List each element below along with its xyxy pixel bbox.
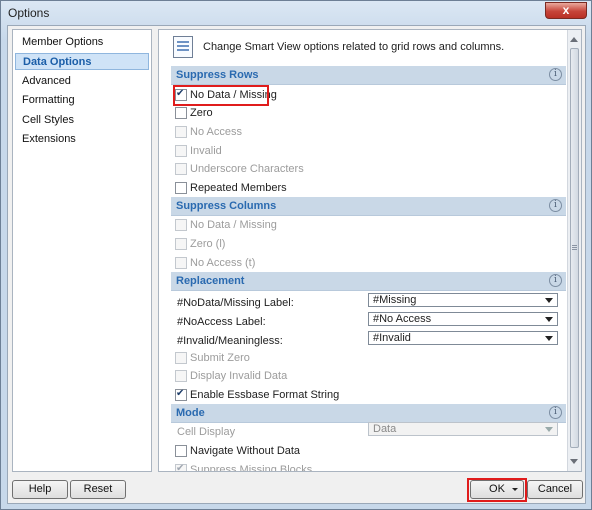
checkbox-label: Navigate Without Data [190,445,301,457]
cell-display-select: Data [368,422,558,436]
checkbox-label: Display Invalid Data [190,370,288,382]
info-icon[interactable]: i [549,199,562,212]
chevron-down-icon [545,298,553,303]
checkbox-box [175,126,187,138]
chevron-down-icon [545,336,553,341]
options-dialog: Options x Member Options Data Options Ad… [0,0,592,510]
help-button[interactable]: Help [12,480,68,499]
highlight-box [173,85,269,106]
scroll-down-icon[interactable] [570,459,578,464]
select-value: #No Access [373,313,432,325]
select-value: #Missing [373,294,417,306]
section-suppress-columns: Suppress Columns i [171,197,566,216]
title-bar[interactable]: Options x [1,1,591,25]
checkbox-box [175,163,187,175]
checkbox-box[interactable] [175,107,187,119]
data-options-panel: Change Smart View options related to gri… [158,29,582,472]
section-title: Suppress Rows [176,69,259,81]
chevron-down-icon [545,427,553,432]
checkbox-box [175,370,187,382]
chevron-down-icon [545,317,553,322]
checkbox-label: Enable Essbase Format String [190,389,340,401]
window-title: Options [8,6,50,20]
cancel-button[interactable]: Cancel [527,480,583,499]
close-button[interactable]: x [545,2,587,19]
section-mode: Mode i [171,404,566,423]
checkbox-box [175,461,187,471]
select-value: #Invalid [373,332,411,344]
caret-down-icon [512,488,518,491]
checkbox-label: Submit Zero [190,352,250,364]
sidebar-item-advanced[interactable]: Advanced [15,73,149,90]
nodata-missing-select[interactable]: #Missing [368,293,558,307]
sidebar-item-extensions[interactable]: Extensions [15,131,149,148]
section-replacement: Replacement i [171,272,566,291]
nodata-label: #NoData/Missing Label: [177,297,294,309]
panel-description: Change Smart View options related to gri… [203,41,505,53]
section-title: Mode [176,407,205,419]
checkbox-label: Zero [190,107,213,119]
info-icon[interactable]: i [549,274,562,287]
checkbox-box [175,145,187,157]
select-value: Data [373,423,397,435]
info-icon[interactable]: i [549,406,562,419]
checkbox-box [175,238,187,250]
dialog-client-area: Member Options Data Options Advanced For… [7,25,586,504]
options-sidebar: Member Options Data Options Advanced For… [12,29,152,472]
noaccess-label: #NoAccess Label: [177,316,266,328]
sidebar-item-member-options[interactable]: Member Options [15,34,149,51]
grid-options-icon [173,36,193,58]
checkbox-label: No Access (t) [190,257,256,269]
checkbox-label: Zero (l) [190,238,226,250]
sidebar-item-formatting[interactable]: Formatting [15,92,149,109]
scroll-thumb[interactable] [570,48,579,448]
checkbox-box[interactable] [175,445,187,457]
noaccess-select[interactable]: #No Access [368,312,558,326]
ok-label: OK [489,483,505,495]
info-icon[interactable]: i [549,68,562,81]
section-title: Suppress Columns [176,200,277,212]
sidebar-item-data-options[interactable]: Data Options [15,53,149,70]
checkbox-label: Invalid [190,145,222,157]
checkbox-box [175,257,187,269]
ok-button[interactable]: OK [470,480,524,499]
section-suppress-rows: Suppress Rows i [171,66,566,85]
vertical-scrollbar[interactable] [567,30,581,471]
checkbox-label: No Data / Missing [190,219,277,231]
checkbox-label: No Access [190,126,242,138]
sidebar-item-cell-styles[interactable]: Cell Styles [15,112,149,129]
checkbox-box [175,352,187,364]
checkbox-label: Suppress Missing Blocks [190,464,313,472]
scroll-up-icon[interactable] [570,37,578,42]
grip-icon [572,245,577,251]
reset-button[interactable]: Reset [70,480,126,499]
checkbox-label: Repeated Members [190,182,287,194]
checkbox-box [175,219,187,231]
checkbox-box[interactable] [175,386,187,402]
checkbox-box[interactable] [175,182,187,194]
invalid-label: #Invalid/Meaningless: [177,335,283,347]
cell-display-label: Cell Display [177,426,236,438]
section-title: Replacement [176,275,245,287]
checkbox-label: Underscore Characters [190,163,304,175]
invalid-select[interactable]: #Invalid [368,331,558,345]
